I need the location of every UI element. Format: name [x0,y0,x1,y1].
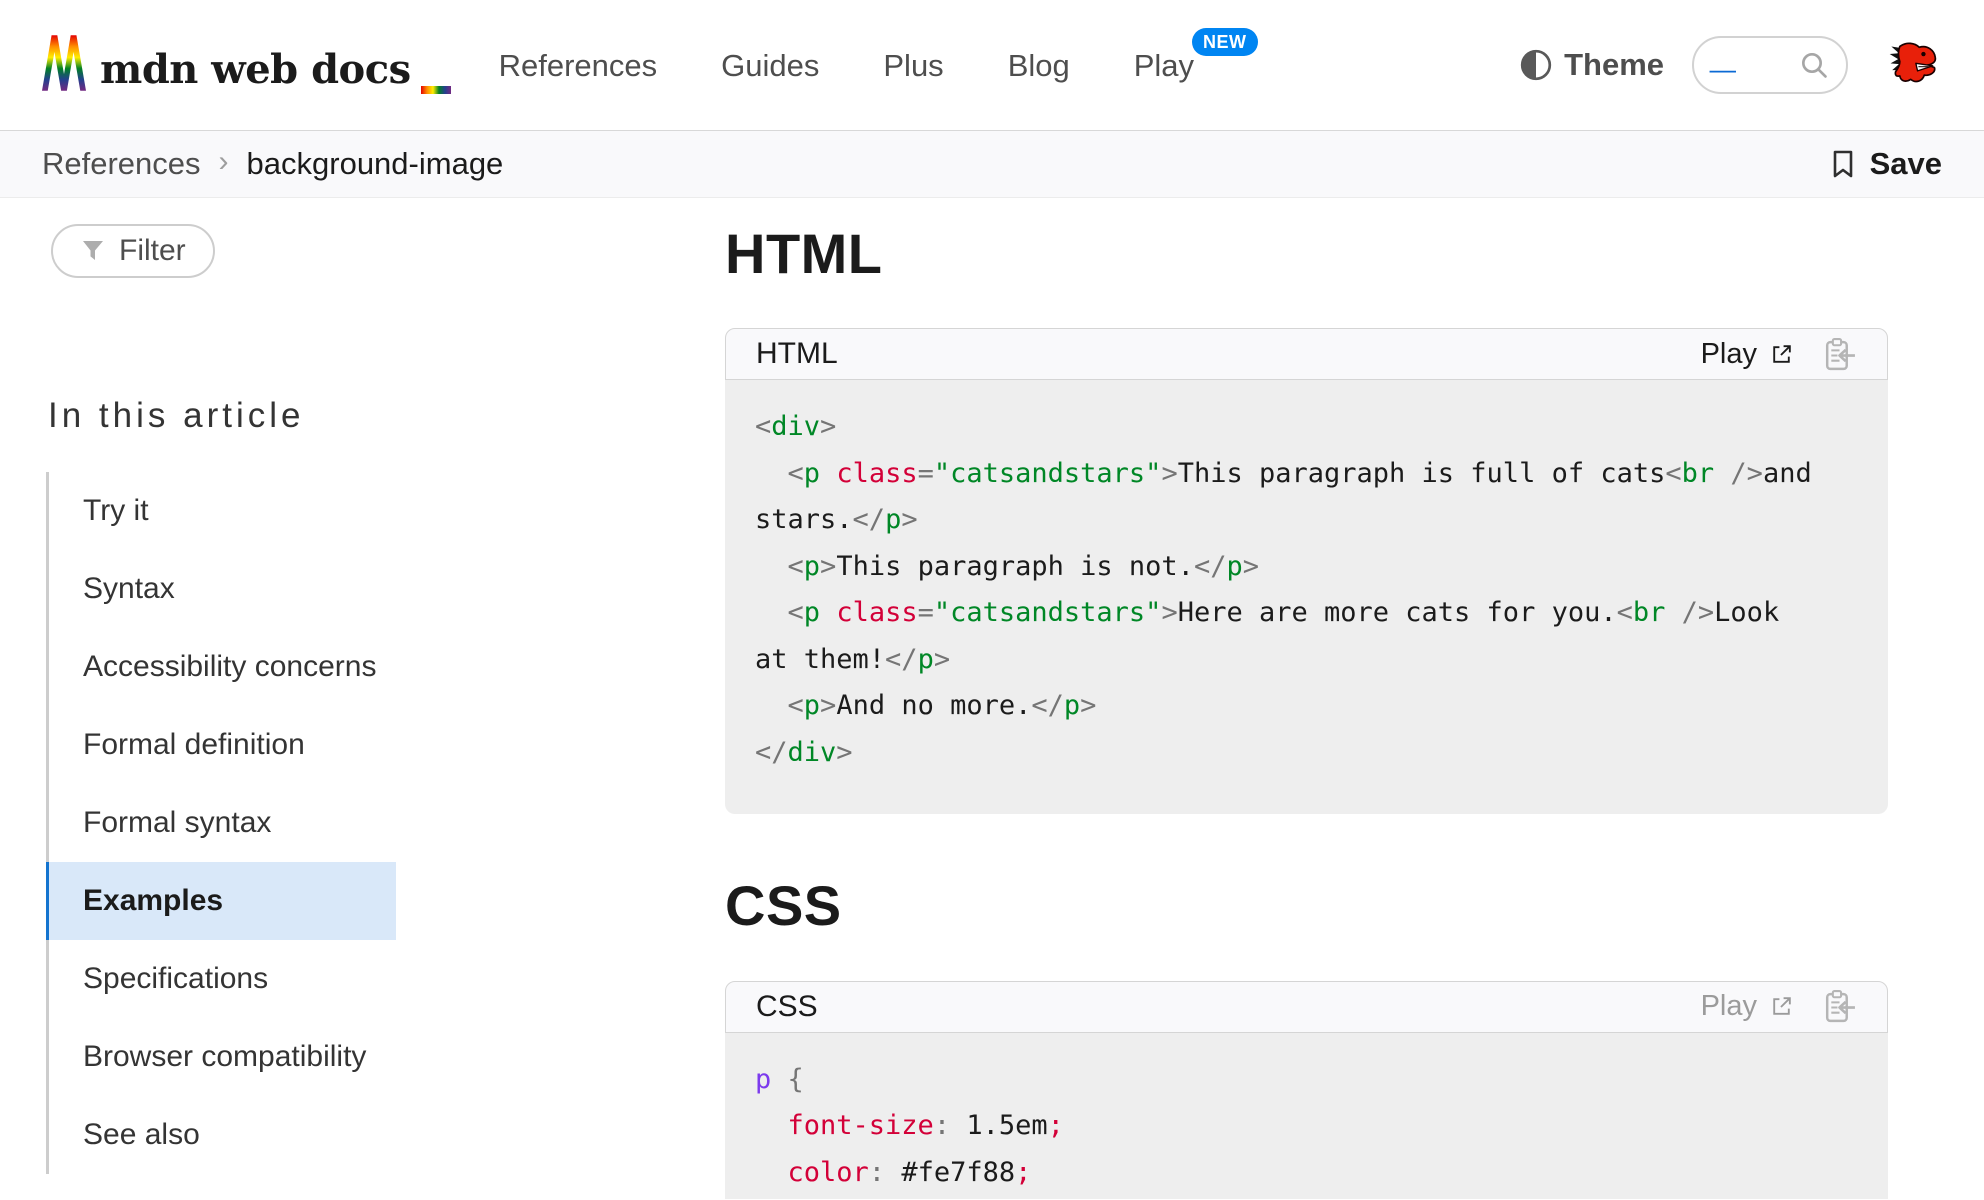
search-icon[interactable] [1798,49,1830,81]
play-label: Play [1701,990,1757,1023]
mdn-logo-underscore [421,86,451,94]
theme-icon [1518,47,1554,83]
nav-play-label: Play [1134,48,1194,83]
nav-plus[interactable]: Plus [883,50,943,81]
code-actions: Play [1701,336,1857,373]
toc-item-see-also[interactable]: See also [49,1096,396,1174]
section-html: HTML HTML Play [725,222,1888,814]
nav-blog-label: Blog [1008,48,1070,83]
mdn-wordmark: mdn web docs [100,50,411,96]
toc-item-accessibility-concerns[interactable]: Accessibility concerns [49,628,396,706]
nav-blog[interactable]: Blog [1008,50,1070,81]
toc-list: Try it Syntax Accessibility concerns For… [46,472,396,1174]
breadcrumb: References › background-image [42,146,503,182]
code-example-html: HTML Play [725,328,1888,814]
nav-guides[interactable]: Guides [721,50,819,81]
header-actions: Theme _ [1518,36,1942,94]
nav-references-label: References [499,48,658,83]
content-area: Filter In this article Try it Syntax Acc… [0,198,1984,1199]
nav-plus-label: Plus [883,48,943,83]
mdn-m-icon [42,34,86,92]
toc-item-browser-compatibility[interactable]: Browser compatibility [49,1018,396,1096]
play-button[interactable]: Play [1701,338,1794,371]
code-content-css[interactable]: p { font-size: 1.5em; color: #fe7f88; [725,1033,1888,1199]
copy-button[interactable] [1820,336,1857,373]
external-link-icon [1769,994,1794,1019]
dino-avatar-icon [1888,38,1942,92]
article-content: HTML HTML Play [725,198,1888,1199]
main-nav: References Guides Plus Blog Play NEW [499,50,1194,81]
code-header-html: HTML Play [725,328,1888,380]
toc-item-formal-definition[interactable]: Formal definition [49,706,396,784]
copy-icon [1820,336,1857,373]
breadcrumb-current: background-image [247,146,504,182]
code-content-html[interactable]: <div> <p class="catsandstars">This parag… [725,380,1888,814]
copy-icon [1820,988,1857,1025]
toc-item-try-it[interactable]: Try it [49,472,396,550]
play-label: Play [1701,338,1757,371]
bookmark-icon [1828,148,1858,180]
play-button[interactable]: Play [1701,990,1794,1023]
toc-item-formal-syntax[interactable]: Formal syntax [49,784,396,862]
code-language-label: HTML [756,337,838,371]
theme-label: Theme [1564,47,1664,83]
breadcrumb-references[interactable]: References [42,146,201,182]
code-example-css: CSS Play [725,981,1888,1199]
new-badge: NEW [1192,28,1258,56]
search-input[interactable]: _ [1692,36,1848,94]
chevron-right-icon: › [201,145,247,179]
heading-html: HTML [725,222,1888,286]
user-avatar[interactable] [1888,38,1942,92]
toc-item-syntax[interactable]: Syntax [49,550,396,628]
nav-guides-label: Guides [721,48,819,83]
code-header-css: CSS Play [725,981,1888,1033]
heading-css: CSS [725,874,1888,938]
nav-references[interactable]: References [499,50,658,81]
external-link-icon [1769,342,1794,367]
filter-icon [80,238,106,264]
filter-button[interactable]: Filter [51,224,215,278]
code-language-label: CSS [756,990,818,1024]
theme-button[interactable]: Theme [1518,47,1664,83]
save-label: Save [1870,146,1942,182]
toc-title: In this article [48,396,480,436]
section-css: CSS CSS Play [725,874,1888,1199]
nav-play[interactable]: Play NEW [1134,50,1194,81]
mdn-logo[interactable]: mdn web docs [42,34,451,96]
code-actions: Play [1701,988,1857,1025]
toc-item-specifications[interactable]: Specifications [49,940,396,1018]
toc-item-examples[interactable]: Examples [46,862,396,940]
site-header: mdn web docs References Guides Plus Blog… [0,0,1984,130]
sidebar: Filter In this article Try it Syntax Acc… [0,198,480,1199]
copy-button[interactable] [1820,988,1857,1025]
save-button[interactable]: Save [1828,146,1942,182]
article-actions-bar: References › background-image Save [0,130,1984,198]
filter-label: Filter [119,234,186,268]
